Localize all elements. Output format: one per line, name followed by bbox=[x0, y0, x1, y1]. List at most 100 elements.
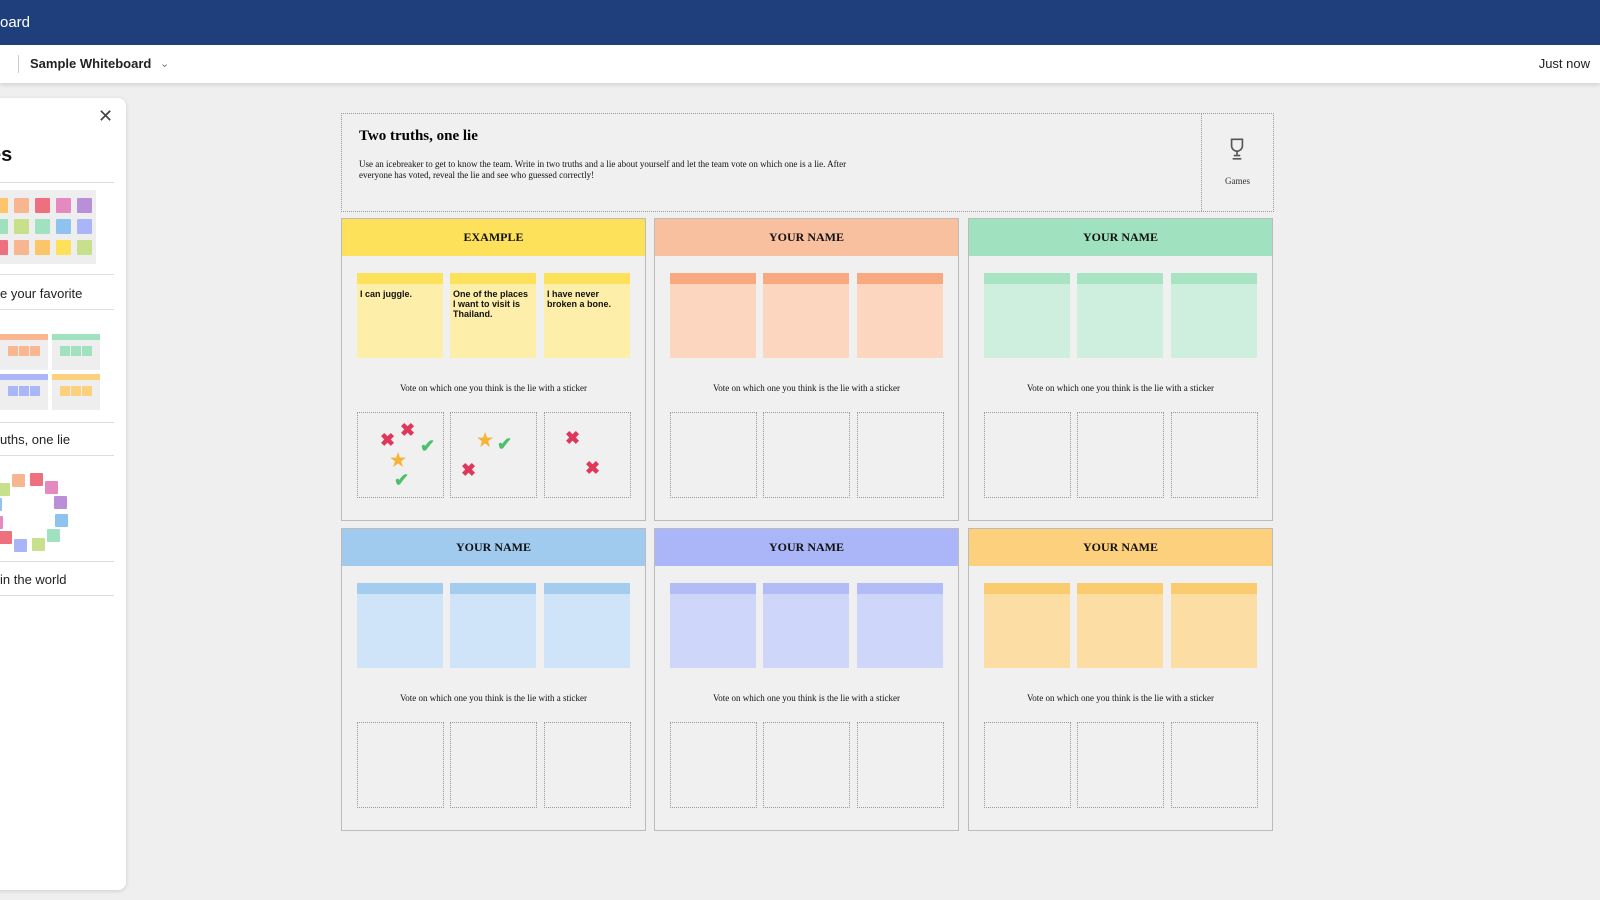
person-card: EXAMPLE I can juggle. One of the places I … bbox=[341, 218, 646, 521]
vote-box[interactable] bbox=[1171, 412, 1258, 498]
sticky-note[interactable]: I have never broken a bone. bbox=[544, 273, 630, 358]
vote-box[interactable] bbox=[857, 412, 944, 498]
person-card: YOUR NAME Vote on which one you think is … bbox=[341, 528, 646, 831]
thumbnail-card bbox=[0, 374, 48, 410]
sticky-note[interactable] bbox=[1077, 273, 1163, 358]
card-title[interactable]: YOUR NAME bbox=[655, 219, 958, 256]
person-card: YOUR NAME Vote on which one you think is … bbox=[968, 528, 1273, 831]
vote-box[interactable] bbox=[1171, 722, 1258, 808]
color-swatch bbox=[14, 198, 29, 213]
color-swatch bbox=[35, 198, 50, 213]
template-label[interactable]: e your favorite bbox=[0, 286, 82, 301]
color-swatch bbox=[0, 219, 8, 234]
category-cell: Games bbox=[1201, 114, 1273, 211]
sticky-note[interactable] bbox=[984, 273, 1070, 358]
vote-prompt: Vote on which one you think is the lie w… bbox=[712, 693, 901, 703]
color-swatch bbox=[0, 516, 3, 530]
check-sticker-icon[interactable]: ✔ bbox=[420, 437, 435, 455]
vote-prompt: Vote on which one you think is the lie w… bbox=[399, 693, 588, 703]
sticky-note[interactable] bbox=[1077, 583, 1163, 668]
card-title[interactable]: YOUR NAME bbox=[969, 529, 1272, 566]
color-swatch bbox=[14, 219, 29, 234]
template-label[interactable]: in the world bbox=[0, 572, 66, 587]
card-title[interactable]: EXAMPLE bbox=[342, 219, 645, 256]
board-description: Use an icebreaker to get to know the tea… bbox=[359, 159, 847, 180]
sticky-note[interactable]: One of the places I want to visit is Tha… bbox=[450, 273, 536, 358]
card-title[interactable]: YOUR NAME bbox=[969, 219, 1272, 256]
saved-status: Just now bbox=[1538, 56, 1590, 71]
app-title: oard bbox=[0, 14, 31, 31]
color-swatch bbox=[77, 198, 92, 213]
vote-prompt: Vote on which one you think is the lie w… bbox=[1026, 383, 1215, 393]
color-swatch bbox=[29, 472, 43, 486]
color-swatch bbox=[45, 481, 59, 495]
color-swatch bbox=[14, 240, 29, 255]
vote-box[interactable] bbox=[670, 412, 757, 498]
vote-box[interactable] bbox=[1077, 722, 1164, 808]
close-icon[interactable]: ✕ bbox=[98, 106, 113, 127]
thumbnail-card bbox=[52, 334, 100, 370]
template-label[interactable]: uths, one lie bbox=[0, 432, 70, 447]
template-thumbnail-palette[interactable] bbox=[0, 190, 96, 264]
board-name-button[interactable]: Sample Whiteboard bbox=[30, 45, 151, 83]
color-swatch bbox=[0, 498, 2, 512]
trophy-icon bbox=[1230, 138, 1244, 160]
x-sticker-icon[interactable]: ✖ bbox=[400, 421, 415, 439]
color-swatch bbox=[46, 529, 60, 543]
check-sticker-icon[interactable]: ✔ bbox=[497, 435, 512, 453]
sticky-note[interactable] bbox=[670, 273, 756, 358]
vote-box[interactable] bbox=[984, 722, 1071, 808]
x-sticker-icon[interactable]: ✖ bbox=[585, 459, 600, 477]
vote-box[interactable] bbox=[763, 722, 850, 808]
sticky-note[interactable] bbox=[763, 583, 849, 668]
sticky-note[interactable] bbox=[670, 583, 756, 668]
sticky-note[interactable] bbox=[1171, 583, 1257, 668]
card-title[interactable]: YOUR NAME bbox=[342, 529, 645, 566]
sticky-note[interactable] bbox=[450, 583, 536, 668]
sticky-note[interactable] bbox=[857, 273, 943, 358]
color-swatch bbox=[14, 539, 28, 553]
vote-box[interactable] bbox=[670, 722, 757, 808]
chevron-down-icon[interactable]: ⌄ bbox=[160, 45, 169, 83]
sticky-note[interactable] bbox=[357, 583, 443, 668]
vote-box[interactable]: ✖ ✖ bbox=[544, 412, 631, 498]
star-sticker-icon[interactable]: ★ bbox=[477, 431, 493, 449]
sticky-note[interactable] bbox=[1171, 273, 1257, 358]
vote-box[interactable]: ★ ✔ ✖ bbox=[450, 412, 537, 498]
template-thumbnail-circle[interactable] bbox=[0, 470, 70, 555]
vote-prompt: Vote on which one you think is the lie w… bbox=[1026, 693, 1215, 703]
panel-heading: es bbox=[0, 144, 13, 166]
x-sticker-icon[interactable]: ✖ bbox=[461, 461, 476, 479]
vote-box[interactable]: ✖ ✖ ✔ ★ ✔ bbox=[357, 412, 444, 498]
color-swatch bbox=[0, 530, 12, 544]
thumbnail-card bbox=[52, 374, 100, 410]
vote-box[interactable] bbox=[357, 722, 444, 808]
board-title: Two truths, one lie bbox=[359, 128, 478, 144]
sticky-note[interactable] bbox=[984, 583, 1070, 668]
color-swatch bbox=[54, 495, 68, 509]
template-thumbnail-two-truths[interactable] bbox=[0, 334, 105, 416]
sticky-text: I can juggle. bbox=[360, 289, 413, 299]
check-sticker-icon[interactable]: ✔ bbox=[394, 471, 409, 489]
color-swatch bbox=[55, 513, 69, 527]
vote-box[interactable] bbox=[544, 722, 631, 808]
vote-box[interactable] bbox=[450, 722, 537, 808]
vote-box[interactable] bbox=[857, 722, 944, 808]
vote-box[interactable] bbox=[1077, 412, 1164, 498]
sticky-note[interactable] bbox=[763, 273, 849, 358]
category-label: Games bbox=[1225, 176, 1250, 186]
color-swatch bbox=[56, 198, 71, 213]
sticky-text: I have never broken a bone. bbox=[547, 289, 612, 309]
x-sticker-icon[interactable]: ✖ bbox=[565, 429, 580, 447]
card-title[interactable]: YOUR NAME bbox=[655, 529, 958, 566]
vote-box[interactable] bbox=[763, 412, 850, 498]
star-sticker-icon[interactable]: ★ bbox=[390, 451, 406, 469]
color-swatch bbox=[77, 219, 92, 234]
color-swatch bbox=[0, 198, 8, 213]
sticky-note[interactable] bbox=[857, 583, 943, 668]
sticky-note[interactable] bbox=[544, 583, 630, 668]
vote-box[interactable] bbox=[984, 412, 1071, 498]
templates-panel: ✕ es e your favorite uths, one lie in th… bbox=[0, 98, 126, 890]
sticky-note[interactable]: I can juggle. bbox=[357, 273, 443, 358]
x-sticker-icon[interactable]: ✖ bbox=[380, 431, 395, 449]
